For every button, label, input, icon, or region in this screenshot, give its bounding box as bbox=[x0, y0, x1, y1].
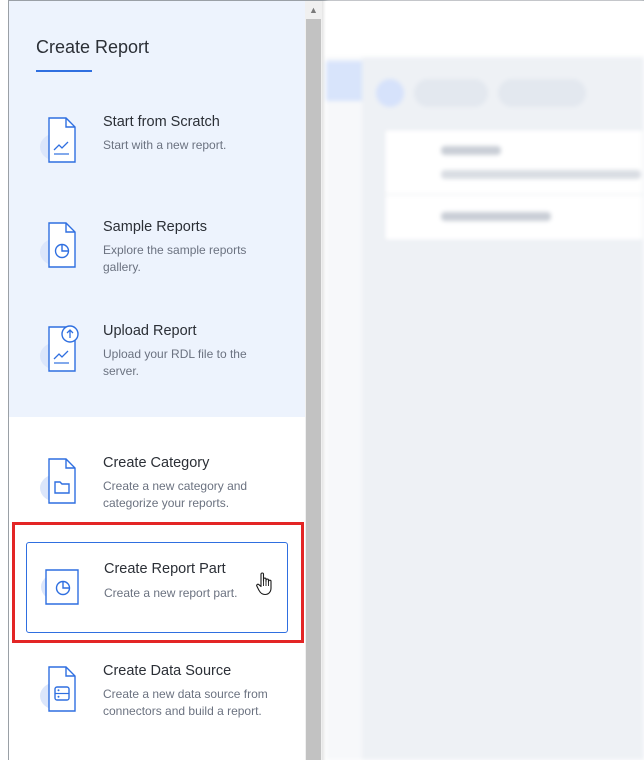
background-card bbox=[384, 129, 644, 241]
folder-icon bbox=[40, 458, 76, 504]
background-sidebar bbox=[326, 57, 362, 760]
scroll-up-arrow-icon[interactable]: ▲ bbox=[305, 1, 322, 18]
option-name: Start from Scratch bbox=[103, 114, 220, 130]
panel-title: Create Report bbox=[36, 37, 150, 57]
background-sidebar-selected bbox=[326, 61, 362, 101]
background-text-line bbox=[441, 212, 551, 221]
sample-reports-option[interactable]: Sample Reports Explore the sample report… bbox=[26, 219, 286, 279]
panel-shadow bbox=[322, 1, 326, 760]
background-card-row bbox=[385, 194, 643, 238]
option-description: Explore the sample reports gallery. bbox=[103, 243, 247, 274]
create-report-panel: Create Report Start from Scratch Start w… bbox=[9, 1, 305, 760]
background-text-line bbox=[441, 170, 641, 179]
option-description: Upload your RDL file to the server. bbox=[103, 347, 247, 378]
background-app bbox=[326, 1, 644, 760]
panel-title-underline bbox=[36, 70, 92, 72]
option-description: Create a new category and categorize you… bbox=[103, 479, 248, 510]
background-card-row bbox=[385, 130, 643, 195]
create-data-source-option[interactable]: Create Data Source Create a new data sou… bbox=[26, 663, 286, 743]
option-name: Sample Reports bbox=[103, 219, 207, 235]
report-chart-icon bbox=[40, 117, 76, 163]
background-text-line bbox=[441, 146, 501, 155]
background-header bbox=[326, 1, 644, 57]
upload-report-option[interactable]: Upload Report Upload your RDL file to th… bbox=[26, 323, 286, 383]
option-name: Upload Report bbox=[103, 323, 197, 339]
report-pie-icon bbox=[40, 222, 76, 268]
create-category-option[interactable]: Create Category Create a new category an… bbox=[26, 455, 286, 515]
upload-report-icon bbox=[40, 325, 79, 372]
option-name: Create Category bbox=[103, 455, 210, 471]
option-description: Create a new data source from connectors… bbox=[103, 687, 268, 718]
start-from-scratch-option[interactable]: Start from Scratch Start with a new repo… bbox=[26, 114, 286, 174]
background-tab bbox=[376, 79, 404, 107]
hand-cursor-icon bbox=[256, 572, 272, 596]
panel-scrollbar[interactable]: ▲ bbox=[305, 1, 322, 760]
option-description: Start with a new report. bbox=[103, 138, 227, 152]
scrollbar-thumb[interactable] bbox=[306, 19, 321, 760]
option-name: Create Data Source bbox=[103, 663, 232, 679]
data-source-icon bbox=[40, 666, 76, 712]
background-tab bbox=[414, 79, 488, 107]
background-tabs bbox=[376, 79, 586, 107]
background-tab bbox=[498, 79, 586, 107]
